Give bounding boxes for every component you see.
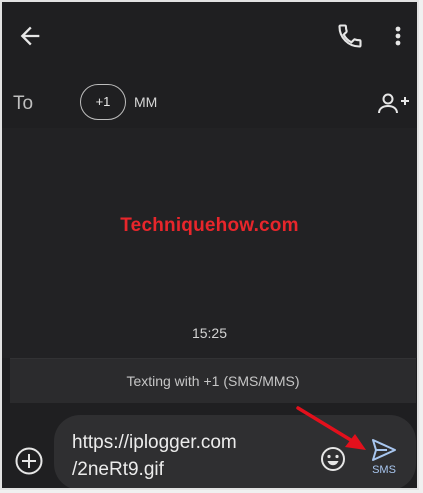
recipient-name: MM: [134, 94, 158, 110]
conversation-area: Techniquehow.com 15:25: [2, 128, 417, 358]
add-circle-icon[interactable]: [14, 446, 44, 476]
message-input[interactable]: https://iplogger.com /2neRt9.gif: [72, 429, 312, 483]
person-add-icon[interactable]: [376, 92, 410, 116]
top-app-bar: [2, 2, 417, 70]
to-label: To: [13, 93, 34, 114]
recipient-chip[interactable]: +1: [80, 84, 126, 120]
recipient-row: To +1 MM: [2, 80, 417, 128]
more-vert-icon[interactable]: [390, 22, 406, 50]
annotation-arrow-icon: [296, 406, 366, 450]
texting-notice: Texting with +1 (SMS/MMS): [10, 358, 416, 403]
phone-icon[interactable]: [336, 22, 364, 50]
message-timestamp: 15:25: [191, 325, 228, 341]
arrow-back-icon[interactable]: [16, 22, 44, 50]
send-sms-label: SMS: [372, 464, 396, 476]
watermark-text: Techniquehow.com: [120, 215, 299, 236]
messaging-screen: To +1 MM Techniquehow.com 15:25 Texting …: [0, 0, 419, 490]
